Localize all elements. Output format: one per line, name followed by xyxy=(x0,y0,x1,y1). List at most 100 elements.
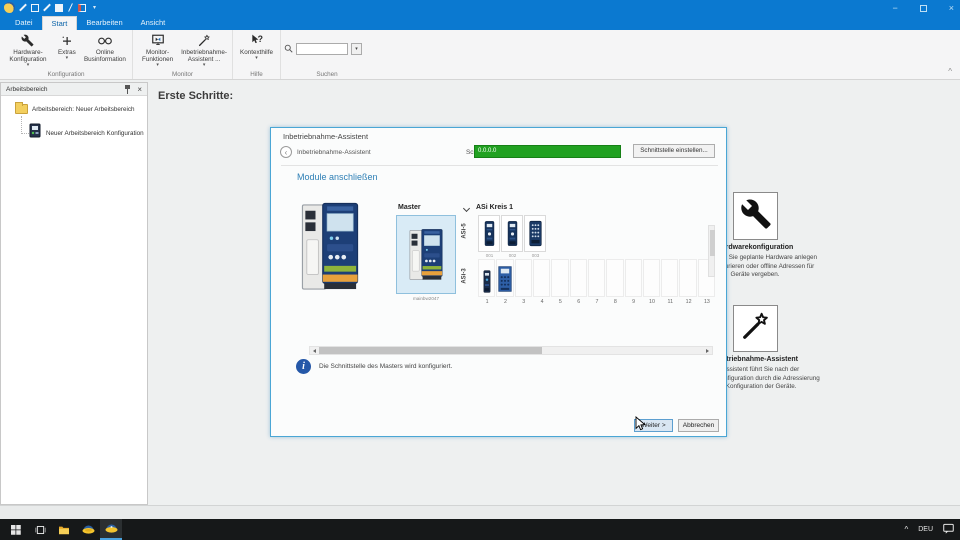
asi3-slot[interactable] xyxy=(679,259,696,297)
asi5-module-card[interactable] xyxy=(524,215,546,252)
interface-value-field[interactable]: 0.0.0.0 xyxy=(474,145,621,158)
scroll-right-icon[interactable] xyxy=(703,346,712,355)
asi3-slot-number: 11 xyxy=(661,299,679,305)
file-explorer-icon[interactable] xyxy=(54,519,74,540)
panel-close-icon[interactable]: × xyxy=(137,85,142,94)
monitor-funktionen-button[interactable]: Monitor-Funktionen ▾ xyxy=(138,32,177,67)
notification-icon[interactable] xyxy=(943,521,954,539)
cancel-button[interactable]: Abbrechen xyxy=(678,419,719,432)
asi5-module-row xyxy=(478,215,547,252)
asi3-slot[interactable] xyxy=(515,259,532,297)
tab-start[interactable]: Start xyxy=(42,16,78,30)
minimize-button[interactable]: − xyxy=(892,0,897,16)
circuit-label: ASi Kreis 1 xyxy=(476,204,513,211)
ribbon-collapse-icon[interactable]: ^ xyxy=(948,67,952,76)
interface-settings-button[interactable]: Schnittstelle einstellen... xyxy=(633,144,715,158)
ribbon-group-label: Hilfe xyxy=(233,71,280,78)
asi5-module-address: 001 xyxy=(478,253,501,258)
tab-ansicht[interactable]: Ansicht xyxy=(132,16,175,30)
configuration-device-icon xyxy=(29,123,41,143)
tray-chevron-icon[interactable]: ^ xyxy=(904,525,908,534)
tab-datei[interactable]: Datei xyxy=(6,16,42,30)
scroll-left-icon[interactable] xyxy=(310,346,319,355)
info-icon: i xyxy=(296,359,311,374)
ribbon-group-label: Konfiguration xyxy=(0,71,132,78)
print-icon[interactable] xyxy=(55,4,63,12)
tree-item-configuration[interactable]: Neuer Arbeitsbereich Konfiguration xyxy=(46,130,144,137)
ribbon-group-hilfe: ? Kontexthilfe ▾ Hilfe xyxy=(233,30,281,79)
tree-item-workspace[interactable]: Arbeitsbereich: Neuer Arbeitsbereich xyxy=(32,106,135,113)
help-pointer-icon: ? xyxy=(250,32,264,49)
pin-icon[interactable] xyxy=(124,85,131,94)
quick-access-toolbar: ▾ xyxy=(4,2,96,13)
monitor-icon xyxy=(151,32,165,49)
kontexthilfe-button[interactable]: ? Kontexthilfe ▾ xyxy=(238,32,275,60)
svg-text:?: ? xyxy=(257,34,262,44)
asi3-slot[interactable] xyxy=(551,259,568,297)
app-logo-icon xyxy=(4,2,15,13)
online-businformation-button[interactable]: Online Businformation xyxy=(83,32,127,63)
qat-dropdown-icon[interactable]: ▾ xyxy=(93,4,96,12)
ribbon-group-konfiguration: Hardware-Konfiguration ▾ Extras ▾ Online… xyxy=(0,30,133,79)
asi3-slot[interactable] xyxy=(606,259,623,297)
plus-icon xyxy=(61,32,73,49)
back-icon[interactable]: ‹ xyxy=(280,146,292,158)
workspace-panel-title: Arbeitsbereich xyxy=(6,86,48,93)
chevron-down-icon[interactable] xyxy=(463,205,470,212)
asi3-slot[interactable] xyxy=(625,259,642,297)
workspace-tree: Arbeitsbereich: Neuer Arbeitsbereich Neu… xyxy=(1,96,147,108)
task-view-button[interactable] xyxy=(30,519,50,540)
horizontal-scrollbar[interactable] xyxy=(309,346,713,355)
application-window: ▾ − × DateiStartBearbeitenAnsicht Hardwa… xyxy=(0,0,960,540)
edit-icon[interactable] xyxy=(19,4,27,12)
asi3-slot[interactable] xyxy=(570,259,587,297)
asi3-slot[interactable] xyxy=(643,259,660,297)
asi5-module-card[interactable] xyxy=(478,215,500,252)
master-card[interactable] xyxy=(396,215,456,294)
tab-bearbeiten[interactable]: Bearbeiten xyxy=(77,16,131,30)
info-text: Die Schnittstelle des Masters wird konfi… xyxy=(319,363,452,370)
asi5-module-address: 002 xyxy=(501,253,524,258)
hardwarekonfiguration-shortcut[interactable] xyxy=(733,192,778,240)
master-caption: mainbw2047 xyxy=(391,296,461,301)
asi3-slot[interactable] xyxy=(496,259,513,297)
asi3-slot[interactable] xyxy=(533,259,550,297)
dropdown-arrow-icon: ▾ xyxy=(66,56,69,60)
binoculars-icon xyxy=(97,32,113,49)
ribbon-group-label: Monitor xyxy=(133,71,232,78)
search-input[interactable] xyxy=(296,43,348,55)
asi3-slot-number: 9 xyxy=(625,299,643,305)
close-button[interactable]: × xyxy=(949,0,954,16)
wrench-icon xyxy=(740,198,772,235)
workspace-panel-titlebar: Arbeitsbereich × xyxy=(1,83,147,96)
search-dropdown-button[interactable]: ▾ xyxy=(351,43,362,55)
vertical-scrollbar[interactable] xyxy=(708,225,715,277)
scrollbar-thumb[interactable] xyxy=(319,347,542,354)
asi3-slot[interactable] xyxy=(661,259,678,297)
asi3-slot-number: 1 xyxy=(478,299,496,305)
asi5-module-card[interactable] xyxy=(501,215,523,252)
pencil-icon[interactable] xyxy=(43,4,51,12)
dropdown-arrow-icon: ▾ xyxy=(203,63,206,67)
start-button[interactable] xyxy=(6,519,26,540)
app-icon-2-active[interactable] xyxy=(100,519,122,540)
asi3-slot[interactable] xyxy=(588,259,605,297)
language-indicator[interactable]: DEU xyxy=(918,526,933,533)
new-file-icon[interactable] xyxy=(31,4,39,12)
inbetriebnahme-shortcut[interactable] xyxy=(733,305,778,352)
taskbar: ^ DEU xyxy=(0,519,960,540)
hardware-konfiguration-button[interactable]: Hardware-Konfiguration ▾ xyxy=(5,32,51,67)
asi3-slot-number: 5 xyxy=(551,299,569,305)
asi5-module-address: 003 xyxy=(524,253,547,258)
asi5-address-row: 001002003 xyxy=(478,253,547,258)
dropdown-arrow-icon: ▾ xyxy=(255,56,258,60)
asi3-slot-number: 13 xyxy=(698,299,716,305)
notes-icon[interactable] xyxy=(78,4,86,12)
inbetriebnahme-assistent-button[interactable]: Inbetriebnahme-Assistent ... ▾ xyxy=(181,32,227,67)
extras-button[interactable]: Extras ▾ xyxy=(55,32,79,60)
app-icon-1[interactable] xyxy=(78,519,98,540)
asi3-slot[interactable] xyxy=(478,259,495,297)
divider-icon xyxy=(68,3,73,12)
maximize-button[interactable] xyxy=(920,5,927,12)
asi3-slot-number: 2 xyxy=(496,299,514,305)
